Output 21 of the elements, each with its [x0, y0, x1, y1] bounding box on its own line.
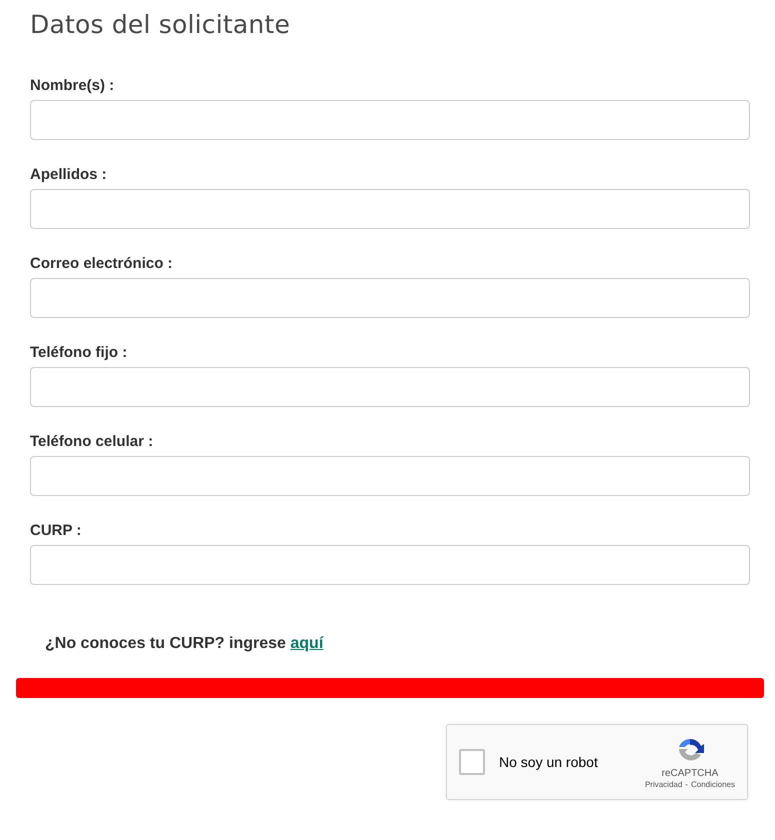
input-field[interactable] [30, 189, 750, 229]
captcha-brand: reCAPTCHA [662, 768, 718, 779]
input-field[interactable] [30, 456, 750, 496]
input-field[interactable] [30, 278, 750, 318]
here-link[interactable]: aquí [290, 635, 324, 652]
field-label: CURP : [30, 522, 82, 539]
separator-text: - [685, 780, 688, 789]
captcha-checkbox[interactable] [459, 749, 485, 775]
privacy-link[interactable]: Privacidad [644, 780, 682, 789]
captcha-label: No soy un robot [499, 754, 599, 770]
curp-hint: ¿No conoces tu CURP? ingrese aquí [45, 635, 325, 653]
field-label: Nombre(s) : [30, 77, 114, 94]
field-label: Correo electrónico : [30, 255, 173, 272]
section-title: Datos del solicitante [30, 10, 292, 39]
field-label: Teléfono celular : [30, 433, 154, 450]
field-label: Teléfono fijo : [30, 344, 128, 361]
terms-link[interactable]: Condiciones [690, 780, 735, 789]
input-field[interactable] [30, 100, 750, 140]
input-field[interactable] [30, 367, 750, 407]
input-field[interactable] [30, 545, 750, 585]
field-label: Apellidos : [30, 166, 107, 183]
